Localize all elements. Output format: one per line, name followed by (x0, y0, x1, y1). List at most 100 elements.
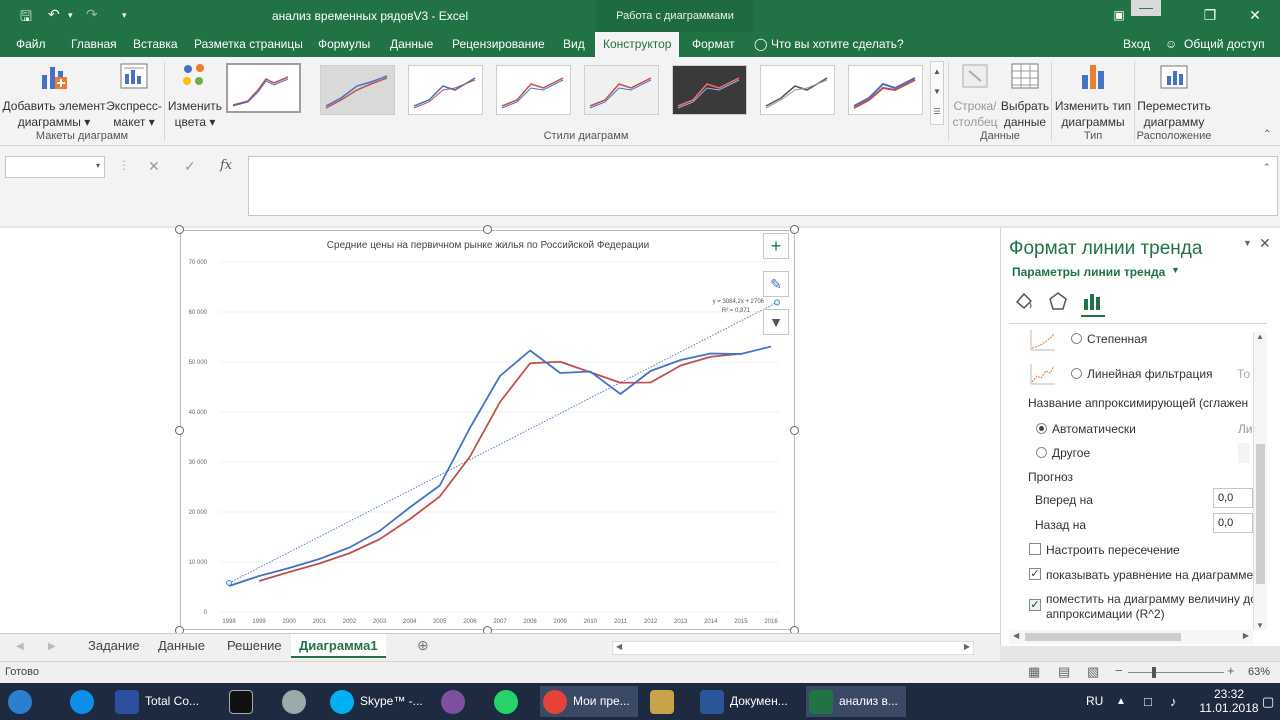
taskbar-excel[interactable]: анализ в... (806, 686, 906, 717)
share-button[interactable]: Общий доступ (1184, 37, 1265, 51)
change-chart-type-button[interactable]: Изменить тип диаграммы (1053, 57, 1133, 130)
pane-subtitle[interactable]: Параметры линии тренда (1012, 265, 1165, 279)
select-data-button[interactable]: Выбрать данные (1000, 57, 1050, 130)
series-moving-average-line[interactable] (258, 352, 741, 582)
pane-close-icon[interactable]: ✕ (1259, 235, 1271, 252)
chart-area[interactable]: Средние цены на первичном рынке жилья по… (180, 230, 795, 630)
forward-input[interactable]: 0,0 (1213, 488, 1253, 508)
prev-sheet-icon[interactable]: ◀ (16, 641, 24, 652)
tray-volume-icon[interactable]: ♪ (1170, 686, 1177, 717)
undo-icon[interactable]: ↶ (48, 6, 60, 23)
resize-handle-t[interactable] (483, 225, 492, 234)
tab-review[interactable]: Рецензирование (452, 37, 545, 51)
chart-title[interactable]: Средние цены на первичном рынке жилья по… (327, 240, 649, 251)
taskbar-video-app[interactable] (229, 686, 259, 717)
taskbar-skype[interactable]: Skype™ -... (330, 686, 428, 717)
tab-data[interactable]: Данные (390, 37, 433, 51)
tray-clock[interactable]: 23:32 11.01.2018 (1199, 687, 1259, 718)
checkbox-intercept[interactable] (1029, 543, 1041, 555)
save-icon[interactable]: 🖫 (20, 6, 32, 30)
chart-style-1[interactable] (226, 63, 301, 113)
radio-power[interactable] (1071, 333, 1082, 344)
backward-input[interactable]: 0,0 (1213, 513, 1253, 533)
styles-gallery-scroll[interactable]: ▲ ▼ ☰ (930, 61, 944, 125)
start-button[interactable] (8, 686, 38, 717)
chart-style-6[interactable] (672, 65, 747, 115)
resize-handle-tl[interactable] (175, 225, 184, 234)
tab-formulas[interactable]: Формулы (318, 37, 370, 51)
resize-handle-l[interactable] (175, 426, 184, 435)
name-box[interactable]: ▾ (5, 156, 105, 178)
pane-scroll-thumb[interactable] (1256, 444, 1265, 584)
notifications-icon[interactable]: ▢ (1262, 686, 1274, 717)
trendline[interactable] (228, 301, 778, 584)
fill-line-icon[interactable] (1013, 290, 1035, 312)
tab-file[interactable]: Файл (16, 37, 46, 51)
taskbar-snipping[interactable] (650, 686, 680, 717)
chart-filter-icon[interactable]: ▼ (763, 309, 789, 335)
pane-options-icon[interactable]: ▼ (1243, 238, 1252, 248)
collapse-ribbon-icon[interactable]: ⌃ (1263, 129, 1271, 140)
tell-me-input[interactable]: Что вы хотите сделать? (771, 37, 904, 51)
redo-icon[interactable]: ↷ (86, 6, 98, 23)
radio-auto-name[interactable] (1036, 423, 1047, 434)
taskbar-viber[interactable] (441, 686, 471, 717)
trendline-r2[interactable]: R² = 0,871 (722, 308, 751, 314)
zoom-in-icon[interactable]: + (1227, 663, 1235, 678)
new-sheet-icon[interactable]: ⊕ (417, 637, 429, 654)
enter-icon[interactable]: ✓ (184, 158, 196, 175)
sheet-horizontal-scrollbar[interactable]: ◀ ▶ (612, 641, 974, 655)
chart-style-3[interactable] (408, 65, 483, 115)
cancel-icon[interactable]: ✕ (148, 158, 160, 175)
radio-linear-filter[interactable] (1071, 368, 1082, 379)
chart-elements-button[interactable]: + (763, 233, 789, 259)
tray-up-arrow-icon[interactable]: ▲ (1116, 686, 1126, 717)
chart-style-4[interactable] (496, 65, 571, 115)
page-break-view-icon[interactable]: ▧ (1087, 664, 1099, 680)
taskbar-whatsapp[interactable] (494, 686, 524, 717)
undo-dropdown-icon[interactable]: ▾ (68, 10, 73, 21)
change-colors-button[interactable]: Изменить цвета ▾ (166, 57, 224, 130)
tab-format[interactable]: Формат (692, 37, 735, 51)
next-sheet-icon[interactable]: ▶ (48, 641, 56, 652)
switch-row-column-button[interactable]: Строка/ столбец (950, 57, 1000, 130)
tab-page-layout[interactable]: Разметка страницы (194, 37, 303, 51)
chart-style-2[interactable] (320, 65, 395, 115)
effects-pentagon-icon[interactable] (1047, 290, 1069, 312)
zoom-level[interactable]: 63% (1248, 666, 1270, 678)
page-layout-view-icon[interactable]: ▤ (1058, 664, 1070, 680)
trendline-handle-end[interactable] (774, 299, 781, 306)
zoom-slider-thumb[interactable] (1152, 667, 1156, 678)
checkbox-show-r2[interactable]: ✓ (1029, 599, 1041, 611)
pane-vertical-scrollbar[interactable]: ▲ ▼ (1253, 332, 1267, 630)
taskbar-webcam-app[interactable] (282, 686, 312, 717)
pane-hscroll-thumb[interactable] (1025, 633, 1181, 641)
taskbar-total-commander[interactable]: Total Co... (115, 686, 220, 717)
tab-home[interactable]: Главная (71, 37, 117, 51)
move-chart-button[interactable]: Переместить диаграмму (1136, 57, 1212, 130)
chart-style-8[interactable] (848, 65, 923, 115)
tab-view[interactable]: Вид (563, 37, 585, 51)
sheet-tab-data[interactable]: Данные (158, 638, 205, 653)
tab-design[interactable]: Конструктор (595, 32, 680, 57)
input-language[interactable]: RU (1086, 686, 1103, 717)
signin-link[interactable]: Вход (1123, 37, 1150, 51)
checkbox-show-equation[interactable]: ✓ (1029, 568, 1041, 580)
pane-horizontal-scrollbar[interactable]: ◀ ▶ (1009, 630, 1253, 644)
insert-function-icon[interactable]: fx (220, 158, 232, 173)
restore-button[interactable]: ❐ (1195, 4, 1225, 26)
sheet-tab-task[interactable]: Задание (88, 638, 140, 653)
formula-input[interactable] (248, 156, 1278, 216)
ribbon-display-icon[interactable]: ▣ (1104, 4, 1134, 26)
zoom-slider[interactable] (1128, 672, 1224, 673)
add-chart-element-button[interactable]: Добавить элемент диаграммы ▾ (2, 57, 106, 130)
sheet-tab-solution[interactable]: Решение (227, 638, 282, 653)
trendline-equation[interactable]: y = 3084,2x + 2706 (713, 299, 765, 305)
trendline-options-icon[interactable] (1081, 290, 1103, 312)
custom-name-input[interactable] (1238, 443, 1250, 463)
taskbar-teamviewer[interactable] (70, 686, 100, 717)
resize-handle-tr[interactable] (790, 225, 799, 234)
customize-qat-icon[interactable]: ▾ (122, 10, 127, 21)
tray-network-icon[interactable]: □ (1144, 686, 1152, 717)
chart-style-5[interactable] (584, 65, 659, 115)
